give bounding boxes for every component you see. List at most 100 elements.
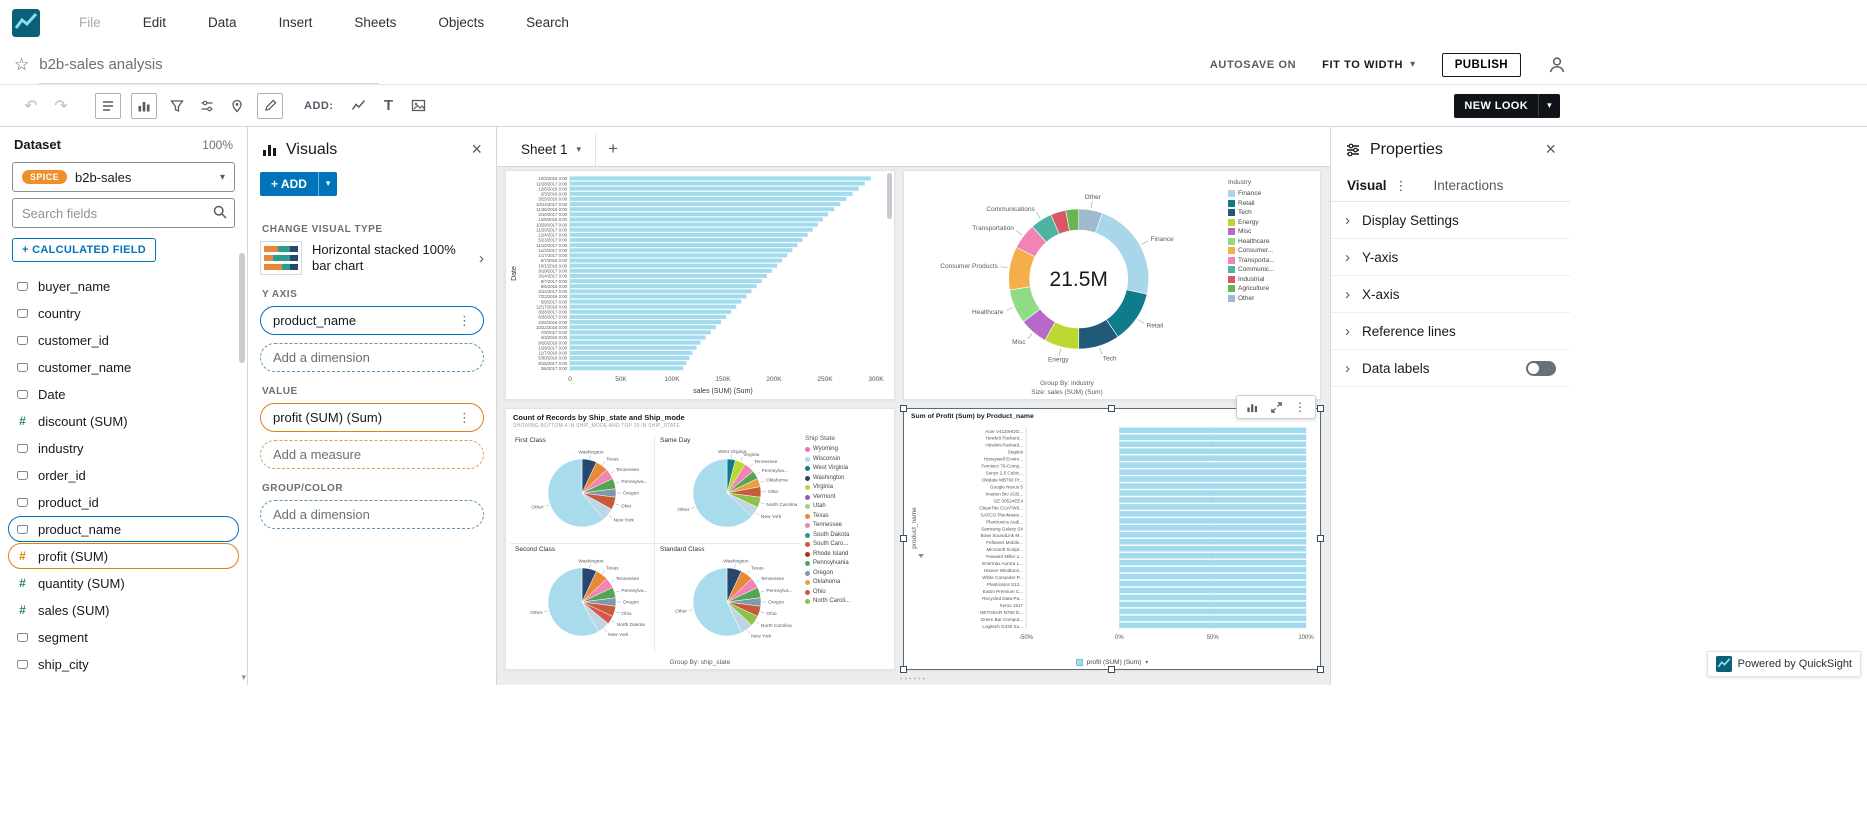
resize-handle[interactable]: [900, 535, 907, 542]
visual-industry-donut[interactable]: Other Finance Retail Tech Energy Misc Healthca…: [903, 170, 1321, 400]
tab-interactions[interactable]: Interactions: [1434, 178, 1504, 193]
field-product-name[interactable]: product_name: [8, 516, 239, 542]
profit-legend[interactable]: profit (SUM) (Sum) ▾: [904, 659, 1320, 666]
field-discount-sum[interactable]: # discount (SUM): [8, 408, 239, 434]
field-customer-id[interactable]: customer_id: [8, 327, 239, 353]
legend-item-energy[interactable]: Energy: [1228, 218, 1316, 228]
legend-item-pennsylvania[interactable]: Pennsylvania: [805, 559, 891, 569]
prop-section-y-axis[interactable]: › Y-axis: [1331, 239, 1570, 276]
legend-item-texas[interactable]: Texas: [805, 512, 891, 522]
undo-button[interactable]: ↶: [18, 93, 44, 119]
analysis-title[interactable]: b2b-sales analysis: [39, 45, 380, 84]
parameters-button[interactable]: [194, 93, 220, 119]
menu-search[interactable]: Search: [505, 15, 590, 30]
prop-section-reference-lines[interactable]: › Reference lines: [1331, 313, 1570, 350]
close-icon[interactable]: ×: [1545, 139, 1556, 160]
resize-handle[interactable]: [1108, 405, 1115, 412]
prop-section-data-labels[interactable]: › Data labels: [1331, 350, 1570, 387]
legend-item-virginia[interactable]: Virginia: [805, 483, 891, 493]
legend-item-oklahoma[interactable]: Oklahoma: [805, 578, 891, 588]
field-product-id[interactable]: product_id: [8, 489, 239, 515]
favorite-star-icon[interactable]: ☆: [14, 55, 29, 75]
menu-file[interactable]: File: [58, 15, 122, 30]
visual-ship-pies[interactable]: Count of Records by Ship_state and Ship_…: [505, 408, 895, 670]
resize-handle[interactable]: [1317, 666, 1324, 673]
add-sheet-button[interactable]: +: [596, 132, 630, 166]
legend-item-consumer[interactable]: Consumer...: [1228, 246, 1316, 256]
legend-item-south-caro[interactable]: South Caro...: [805, 540, 891, 550]
legend-item-oregon[interactable]: Oregon: [805, 569, 891, 579]
legend-item-north-caroli[interactable]: North Caroli...: [805, 597, 891, 607]
field-order-id[interactable]: order_id: [8, 462, 239, 488]
legend-item-agriculture[interactable]: Agriculture: [1228, 284, 1316, 294]
pie-panel-first-class[interactable]: First Class Washington Texas Tennessee Penns…: [510, 435, 655, 544]
field-quantity-sum[interactable]: # quantity (SUM): [8, 570, 239, 596]
legend-item-utah[interactable]: Utah: [805, 502, 891, 512]
visual-sales-by-date[interactable]: 10/3/2016 0:00 11/28/2017 0:00 12/6/2016 0…: [505, 170, 895, 400]
resize-handle[interactable]: [900, 405, 907, 412]
legend-item-west-virginia[interactable]: West Virginia: [805, 464, 891, 474]
user-icon[interactable]: [1547, 55, 1567, 75]
canvas-drag-handle[interactable]: ••••••: [900, 676, 927, 683]
legend-item-communic[interactable]: Communic...: [1228, 265, 1316, 275]
legend-item-vermont[interactable]: Vermont: [805, 493, 891, 503]
close-icon[interactable]: ×: [471, 139, 482, 160]
visual-type-selector[interactable]: Horizontal stacked 100% bar chart ›: [260, 241, 484, 275]
field-segment[interactable]: segment: [8, 624, 239, 650]
calculated-field-button[interactable]: + CALCULATED FIELD: [12, 238, 157, 262]
field-ship-mode[interactable]: ship_mode: [8, 678, 239, 686]
add-visual-button[interactable]: + ADD ▾: [260, 172, 338, 196]
visual-scrollbar[interactable]: [886, 173, 893, 359]
dataset-toggle-button[interactable]: [95, 92, 121, 119]
legend-item-south-dakota[interactable]: South Dakota: [805, 531, 891, 541]
legend-item-rhode-island[interactable]: Rhode Island: [805, 550, 891, 560]
visual-menu-button[interactable]: ⋮: [1293, 400, 1307, 414]
filter-button[interactable]: [164, 93, 190, 119]
add-line-chart-button[interactable]: [346, 93, 372, 119]
edit-pen-button[interactable]: [257, 92, 283, 119]
resize-handle[interactable]: [1317, 405, 1324, 412]
sheet-tab[interactable]: Sheet 1 ▾: [507, 133, 597, 166]
data-labels-toggle[interactable]: [1526, 360, 1556, 376]
pie-panel-second-class[interactable]: Second Class Washington Texas Tennessee Penn…: [510, 544, 655, 653]
publish-button[interactable]: PUBLISH: [1441, 52, 1521, 77]
add-text-button[interactable]: T: [376, 93, 402, 119]
visual-insights-button[interactable]: [1245, 400, 1259, 414]
prop-section-display-settings[interactable]: › Display Settings: [1331, 202, 1570, 239]
legend-item-misc[interactable]: Misc: [1228, 227, 1316, 237]
add-image-button[interactable]: [406, 93, 432, 119]
legend-item-wisconsin[interactable]: Wisconsin: [805, 455, 891, 465]
legend-item-retail[interactable]: Retail: [1228, 199, 1316, 209]
insights-button[interactable]: [224, 93, 250, 119]
redo-button[interactable]: ↷: [48, 93, 74, 119]
legend-item-healthcare[interactable]: Healthcare: [1228, 237, 1316, 247]
kebab-menu-icon[interactable]: ⋮: [1395, 178, 1408, 194]
new-look-button[interactable]: NEW LOOK ▾: [1454, 93, 1560, 118]
kebab-menu-icon[interactable]: ⋮: [458, 313, 471, 329]
resize-handle[interactable]: [1317, 535, 1324, 542]
legend-item-tennessee[interactable]: Tennessee: [805, 521, 891, 531]
legend-item-transporta[interactable]: Transporta...: [1228, 256, 1316, 266]
field-industry[interactable]: industry: [8, 435, 239, 461]
group-add-dimension[interactable]: Add a dimension: [260, 500, 484, 529]
menu-insert[interactable]: Insert: [258, 15, 334, 30]
tab-visual[interactable]: Visual: [1347, 178, 1387, 193]
dataset-scrollbar[interactable]: ▾: [237, 247, 246, 685]
value-add-measure[interactable]: Add a measure: [260, 440, 484, 469]
legend-item-ohio[interactable]: Ohio: [805, 588, 891, 598]
pie-panel-same-day[interactable]: Same Day West Virginia Virginia Tennessee Pe…: [655, 435, 800, 544]
legend-item-tech[interactable]: Tech: [1228, 208, 1316, 218]
legend-item-washington[interactable]: Washington: [805, 474, 891, 484]
prop-section-x-axis[interactable]: › X-axis: [1331, 276, 1570, 313]
legend-item-other[interactable]: Other: [1228, 294, 1316, 304]
dataset-selector[interactable]: SPICE b2b-sales ▾: [12, 162, 235, 192]
field-country[interactable]: country: [8, 300, 239, 326]
menu-objects[interactable]: Objects: [417, 15, 505, 30]
field-buyer-name[interactable]: buyer_name: [8, 273, 239, 299]
y-axis-add-dimension[interactable]: Add a dimension: [260, 343, 484, 372]
menu-sheets[interactable]: Sheets: [333, 15, 417, 30]
visual-profit-by-product-selected[interactable]: ⋮ Sum of Profit (Sum) by Product_name -5…: [900, 395, 1324, 673]
resize-handle[interactable]: [1108, 666, 1115, 673]
pie-panel-standard-class[interactable]: Standard Class Washington Texas Tennessee Pe…: [655, 544, 800, 653]
quicksight-logo[interactable]: [12, 8, 40, 37]
